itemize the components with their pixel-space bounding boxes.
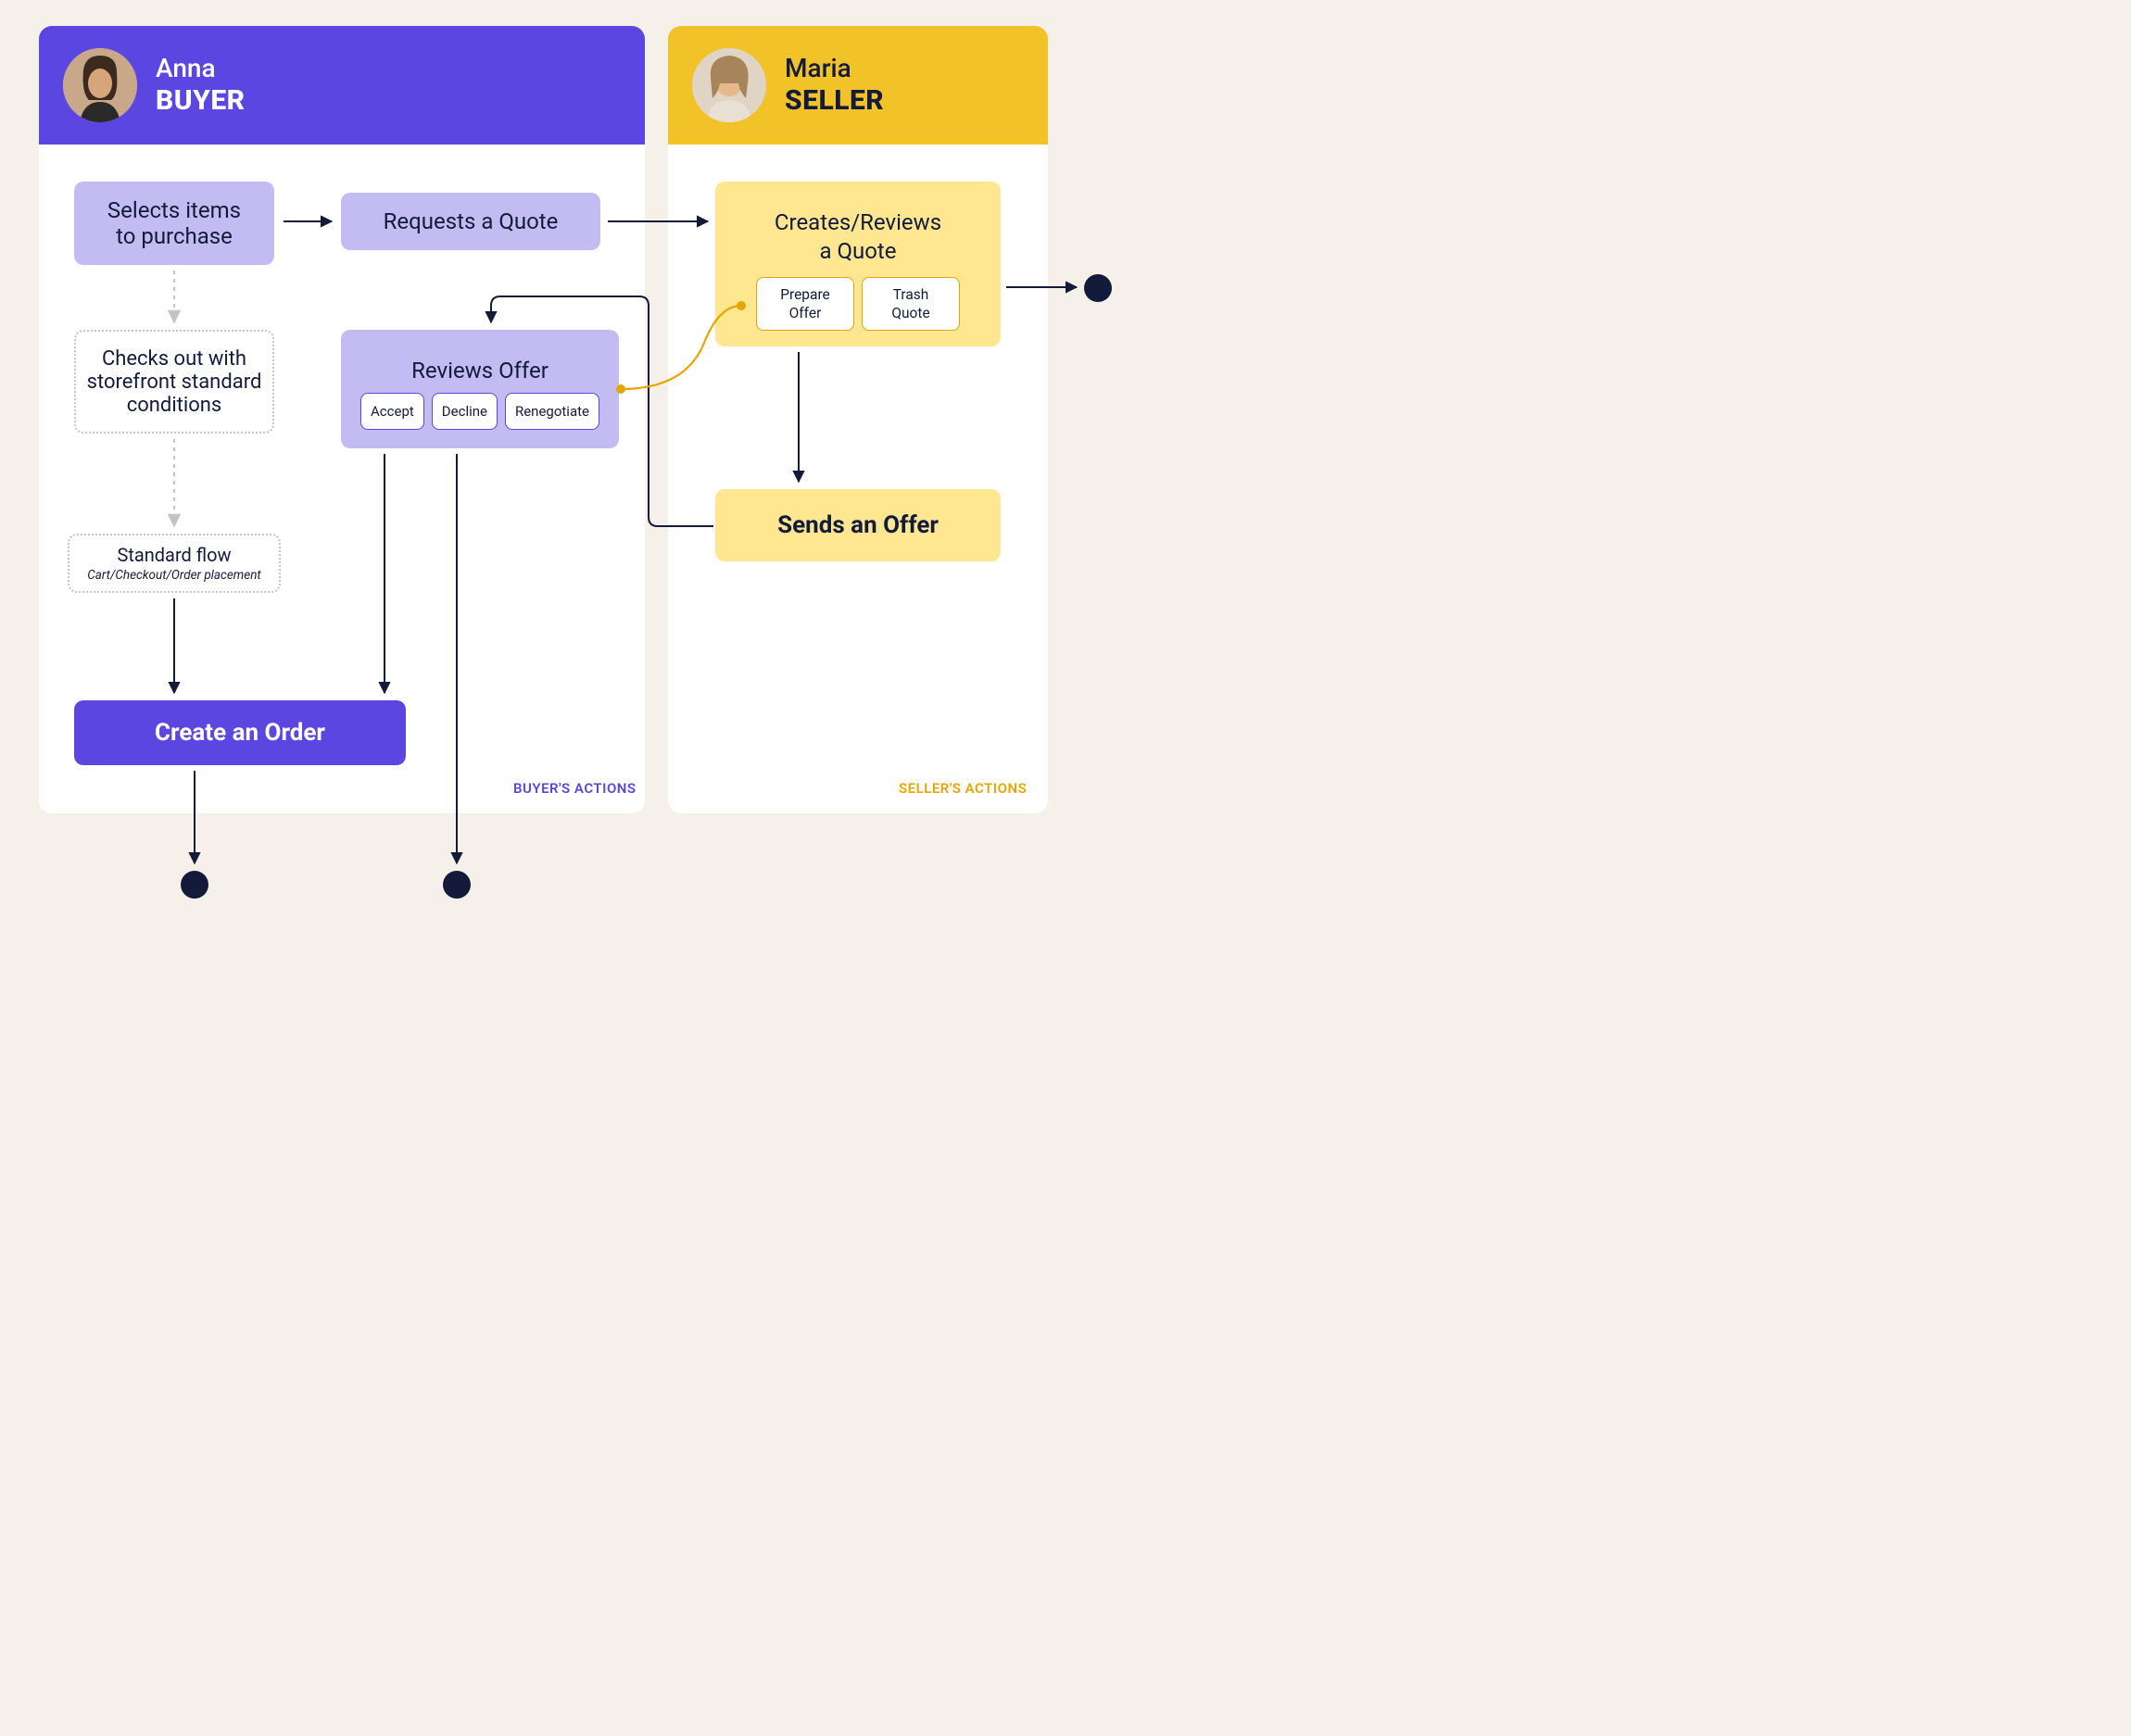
node-select-items: Selects items to purchase <box>74 182 274 265</box>
seller-avatar <box>692 48 766 122</box>
buyer-name: Anna <box>156 54 246 83</box>
node-request-quote-label: Requests a Quote <box>384 208 559 234</box>
node-standard-flow: Standard flow Cart/Checkout/Order placem… <box>68 534 281 593</box>
buyer-identity: Anna BUYER <box>156 54 246 116</box>
node-standard-flow-title: Standard flow <box>117 544 231 566</box>
buyer-avatar <box>63 48 137 122</box>
node-creates-quote: Creates/Reviews a Quote Prepare Offer Tr… <box>715 182 1001 346</box>
terminal-dot <box>443 871 471 899</box>
trash-quote-button[interactable]: Trash Quote <box>862 277 960 331</box>
decline-button[interactable]: Decline <box>432 393 498 430</box>
buyer-role: BUYER <box>156 84 246 117</box>
renegotiate-button[interactable]: Renegotiate <box>505 393 599 430</box>
node-select-items-label: Selects items to purchase <box>107 197 241 249</box>
seller-panel: Maria SELLER <box>668 26 1048 813</box>
node-creates-quote-title: Creates/Reviews a Quote <box>775 208 941 266</box>
node-sends-offer-label: Sends an Offer <box>777 511 939 539</box>
node-sends-offer: Sends an Offer <box>715 489 1001 561</box>
node-reviews-offer: Reviews Offer Accept Decline Renegotiate <box>341 330 619 448</box>
seller-name: Maria <box>785 54 884 83</box>
accept-button[interactable]: Accept <box>360 393 424 430</box>
seller-identity: Maria SELLER <box>785 54 884 116</box>
seller-role: SELLER <box>785 84 884 117</box>
node-request-quote: Requests a Quote <box>341 193 600 250</box>
buyer-header: Anna BUYER <box>39 26 645 145</box>
buyer-actions-label: BUYER'S ACTIONS <box>513 780 637 797</box>
prepare-offer-button[interactable]: Prepare Offer <box>756 277 854 331</box>
terminal-dot <box>1084 274 1112 302</box>
node-create-order: Create an Order <box>74 700 406 765</box>
node-reviews-offer-title: Reviews Offer <box>411 358 549 384</box>
node-create-order-label: Create an Order <box>155 719 325 747</box>
node-checkout-label: Checks out with storefront standard cond… <box>83 347 265 417</box>
node-checkout: Checks out with storefront standard cond… <box>74 330 274 434</box>
seller-actions-label: SELLER'S ACTIONS <box>899 780 1027 797</box>
node-standard-flow-sub: Cart/Checkout/Order placement <box>87 568 260 583</box>
seller-header: Maria SELLER <box>668 26 1048 145</box>
terminal-dot <box>181 871 208 899</box>
